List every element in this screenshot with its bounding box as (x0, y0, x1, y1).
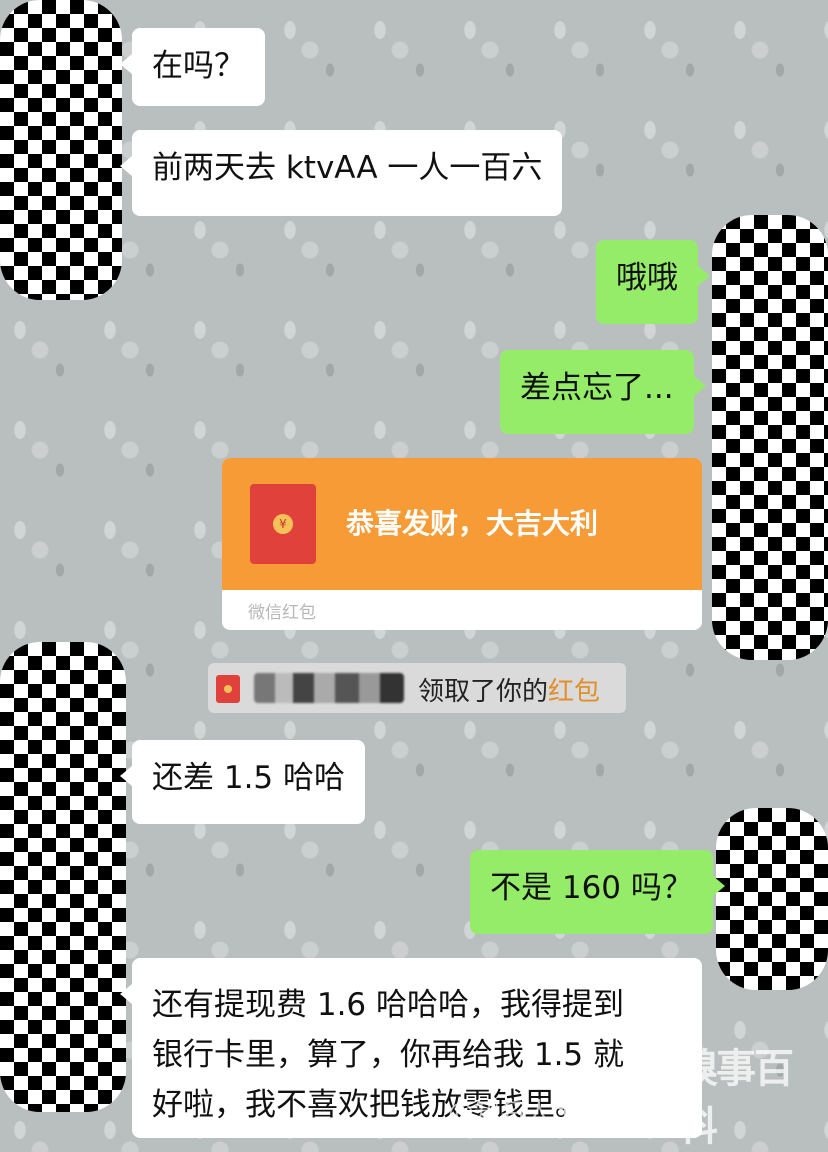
blurred-username (254, 673, 404, 703)
red-packet-header: ¥ 恭喜发财，大吉大利 (222, 458, 702, 590)
message-text: 哦哦 (616, 260, 678, 296)
message-bubble-incoming[interactable]: 还差 1.5 哈哈 (119, 740, 366, 824)
message-bubble-outgoing[interactable]: 差点忘了... (500, 350, 706, 434)
coin-icon: ¥ (273, 514, 293, 534)
message-bubble-incoming[interactable]: 在吗？ (120, 28, 265, 106)
message-text: 在吗？ (152, 48, 245, 84)
message-text-line: 好啦，我不喜欢把钱放零钱里。 (152, 1087, 586, 1123)
message-text-line: 银行卡里，算了，你再给我 1.5 就 (152, 1037, 625, 1073)
message-text-line: 还有提现费 1.6 哈哈哈，我得提到 (152, 987, 625, 1023)
red-packet-footer: 微信红包 (248, 603, 316, 623)
message-bubble-incoming[interactable]: 前两天去 ktvAA 一人一百六 (119, 130, 563, 216)
red-envelope-icon: ¥ (250, 484, 316, 564)
message-text: 前两天去 ktvAA 一人一百六 (152, 150, 543, 186)
red-envelope-small-icon (216, 675, 240, 703)
system-message-text: 领取了你的红包 (418, 671, 600, 708)
message-bubble-outgoing[interactable]: 不是 160 吗？ (470, 850, 725, 934)
message-bubble-incoming-long[interactable]: 还有提现费 1.6 哈哈哈，我得提到 银行卡里，算了，你再给我 1.5 就 好啦… (120, 958, 702, 1138)
weibo-watermark: @知名人士 (448, 1098, 579, 1128)
red-packet-title: 恭喜发财，大吉大利 (346, 507, 599, 540)
sender-avatar-top[interactable] (0, 0, 122, 300)
sender-avatar-bottom[interactable] (0, 642, 126, 1112)
self-avatar-top[interactable] (712, 215, 828, 660)
message-text: 还差 1.5 哈哈 (152, 760, 346, 796)
message-text: 差点忘了... (520, 370, 674, 406)
message-bubble-outgoing[interactable]: 哦哦 (596, 240, 710, 324)
self-avatar-bottom[interactable] (716, 808, 828, 990)
system-message: 领取了你的红包 (208, 663, 626, 713)
red-packet-link[interactable]: 红包 (548, 677, 600, 707)
corner-watermark: 糗事百科 (678, 1046, 794, 1150)
system-message-body: 领取了你的 (418, 677, 549, 707)
message-text: 不是 160 吗？ (490, 870, 693, 906)
red-packet-card[interactable]: ¥ 恭喜发财，大吉大利 微信红包 (222, 458, 702, 630)
